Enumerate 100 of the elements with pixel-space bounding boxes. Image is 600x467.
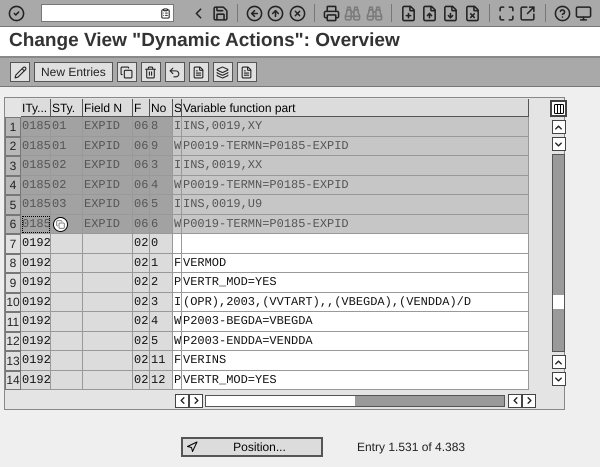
table-cell: EXPID	[83, 195, 133, 214]
table-cell: 0185	[21, 214, 51, 234]
row-selector[interactable]: 4	[5, 176, 21, 195]
column-header[interactable]: ITy...	[21, 99, 51, 117]
vertical-scrollbar[interactable]	[552, 154, 565, 352]
row-selector[interactable]: 11	[5, 312, 21, 332]
row-selector[interactable]: 7	[5, 234, 21, 254]
table-cell: VERINS	[182, 351, 529, 370]
scroll-down-button[interactable]	[552, 372, 566, 386]
table-cell: 0185	[21, 136, 51, 156]
table-cell: P	[173, 273, 182, 292]
table-cell: EXPID	[83, 176, 133, 195]
table-cell: 2	[150, 273, 173, 292]
row-selector[interactable]: 14	[5, 370, 21, 390]
table-cell: 0192	[21, 254, 51, 273]
popup-icon[interactable]	[53, 216, 68, 232]
column-header[interactable]: Variable function part	[182, 99, 529, 117]
list-icon	[160, 8, 171, 18]
command-field[interactable]	[41, 4, 174, 22]
scroll-up-button[interactable]	[552, 355, 566, 369]
table-cell: INS,0019,U9	[182, 195, 529, 214]
table-cell: INS,0019,XY	[182, 117, 529, 136]
table-cell: P	[173, 370, 182, 390]
row-selector[interactable]: 13	[5, 351, 21, 370]
row-selector[interactable]: 6	[5, 214, 21, 234]
cancel-icon[interactable]	[288, 3, 306, 23]
exit-icon[interactable]	[267, 3, 285, 23]
column-settings-icon[interactable]	[550, 100, 567, 117]
table-cell: W	[173, 176, 182, 195]
table-cell: 0192	[21, 370, 51, 390]
table-cell	[51, 292, 83, 312]
scroll-up-button[interactable]	[552, 120, 566, 134]
column-header[interactable]: Field N	[83, 99, 133, 117]
table-cell: 0	[150, 234, 173, 254]
table-cell: W	[173, 214, 182, 234]
screen-title: Change View "Dynamic Actions": Overview	[9, 29, 400, 54]
table-cell: P0019-TERMN=P0185-EXPID	[182, 214, 529, 234]
row-selector[interactable]: 1	[5, 117, 21, 136]
table-cell: EXPID	[83, 156, 133, 176]
table-cell	[51, 351, 83, 370]
table-cell: 3	[150, 292, 173, 312]
table-cell: 0185	[21, 117, 51, 136]
table-cell: 01	[51, 136, 83, 156]
table-cell: 06	[133, 156, 150, 176]
column-header[interactable]: No	[150, 99, 173, 117]
table-cell: 06	[133, 117, 150, 136]
scroll-left-button[interactable]	[175, 394, 189, 408]
row-selector[interactable]: 12	[5, 332, 21, 351]
table-cell	[51, 332, 83, 351]
column-header[interactable]: F	[133, 99, 150, 117]
row-selector[interactable]: 2	[5, 136, 21, 156]
position-button[interactable]: Position...	[181, 437, 323, 457]
entry-counter: Entry 1.531 of 4.383	[357, 439, 466, 456]
table-cell: 4	[150, 176, 173, 195]
new-entries-button[interactable]: New Entries	[34, 62, 113, 82]
table-cell: 5	[150, 332, 173, 351]
table-cell: P0019-TERMN=P0185-EXPID	[182, 136, 529, 156]
row-selector[interactable]: 9	[5, 273, 21, 292]
print-icon[interactable]	[322, 3, 340, 23]
table-cell: P2003-ENDDA=VENDDA	[182, 332, 529, 351]
table-cell: I	[173, 117, 182, 136]
table-cell: 02	[51, 176, 83, 195]
scroll-left-button[interactable]	[508, 394, 522, 408]
delete-icon[interactable]	[140, 62, 161, 82]
scroll-right-button[interactable]	[522, 394, 536, 408]
table-cell: 0185	[21, 176, 51, 195]
table-cell: F	[173, 351, 182, 370]
table-cell: 02	[133, 292, 150, 312]
scroll-down-button[interactable]	[552, 137, 566, 151]
table-cell: 0192	[21, 312, 51, 332]
horizontal-scrollbar[interactable]	[205, 394, 505, 406]
table-cell: 12	[150, 370, 173, 390]
enter-icon[interactable]	[8, 3, 26, 23]
table-cell	[83, 254, 133, 273]
table-cell	[83, 370, 133, 390]
table-cell: 02	[133, 332, 150, 351]
copy-icon[interactable]	[116, 62, 137, 82]
row-selector[interactable]: 8	[5, 254, 21, 273]
help-icon[interactable]	[553, 3, 571, 23]
table-cell: 5	[150, 195, 173, 214]
table-cell: 11	[150, 351, 173, 370]
table-cell	[173, 234, 182, 254]
table-cell: 1	[150, 254, 173, 273]
table-cell: 02	[133, 254, 150, 273]
back-icon[interactable]	[246, 3, 264, 23]
table-cell	[83, 312, 133, 332]
table-cell: EXPID	[83, 214, 133, 234]
row-selector[interactable]: 3	[5, 156, 21, 176]
table-cell: 06	[133, 195, 150, 214]
column-header[interactable]: STy.	[51, 99, 83, 117]
undo-icon[interactable]	[164, 62, 185, 82]
row-selector[interactable]: 5	[5, 195, 21, 214]
table-cell	[83, 292, 133, 312]
row-selector[interactable]: 10	[5, 292, 21, 312]
table-cell: VERMOD	[182, 254, 529, 273]
table-cell: 06	[133, 176, 150, 195]
scroll-right-button[interactable]	[189, 394, 203, 408]
table-cell: 02	[133, 351, 150, 370]
table-cell: (OPR),2003,(VVTART),,(VBEGDA),(VENDDA)/D	[182, 292, 529, 312]
table-cell: EXPID	[83, 117, 133, 136]
